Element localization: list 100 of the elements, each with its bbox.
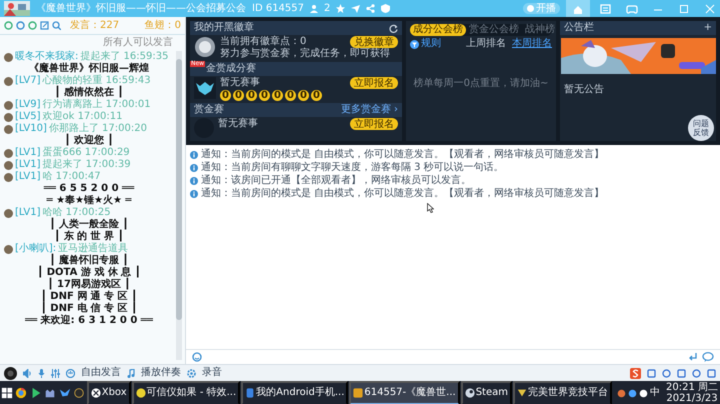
contest-status: 暂无赛事: [220, 77, 260, 89]
notice-text: 通知：当前房间的模式是 自由模式，你可以随意发言。【观看者，网络审核员可随意发言】: [201, 149, 604, 161]
avatar-icon: [4, 52, 13, 62]
avatar-icon: [4, 76, 13, 86]
ranking-tab[interactable]: 赏金公会榜: [466, 24, 522, 36]
chat-banner-text: ══ 6 5 5 2 0 0 ══: [44, 183, 134, 194]
chat-banner-text: ┃ DNF 电 信 专 区 ┃: [40, 303, 138, 314]
person-icon: [310, 4, 318, 13]
notice-text: 通知：当前房间有聊聊文字聊天速度，游客每隔 3 秒可以说一句话。: [201, 162, 504, 174]
avatar-icon[interactable]: [4, 366, 17, 380]
bounty-status: 暂无赛事: [218, 118, 258, 130]
score-digit: 0: [285, 90, 296, 101]
taskbar-app[interactable]: 我的Android手机...: [241, 381, 348, 404]
chat-username: 暖冬不来我家:: [15, 51, 78, 62]
chat-message: 哈哈 17:00:25: [42, 207, 111, 218]
chat-banner-text: ┃ 东 的 世 界 ┃: [54, 231, 124, 242]
taskbar-app[interactable]: Steam: [460, 381, 512, 404]
section-title: 赏金赛: [194, 104, 224, 116]
info-icon: [190, 151, 198, 159]
score-digit: 0: [259, 90, 270, 101]
chat-message: 哈 17:00:47: [42, 171, 101, 183]
windows-start-icon[interactable]: [0, 387, 13, 399]
chat-username: [LV7]: [15, 75, 40, 87]
period-tab[interactable]: 本周排名: [512, 38, 552, 50]
chat-message: 提起来了 16:59:35: [80, 51, 168, 62]
taskbar-app[interactable]: Xbox: [86, 381, 131, 404]
record-button[interactable]: 录音: [202, 367, 222, 379]
signup-button[interactable]: 立即报名: [350, 77, 398, 89]
close-icon[interactable]: [705, 4, 715, 14]
permission-label: 所有人可以发言: [103, 36, 174, 50]
chat-banner-text: ══ 来欢迎: 6 3 1 2 0 0 ══: [25, 315, 153, 327]
chat-username: [LV1]: [15, 159, 40, 171]
accompaniment-button[interactable]: 播放伴奏: [141, 367, 181, 379]
edit-icon[interactable]: [40, 21, 49, 30]
music-note-icon[interactable]: [127, 368, 135, 378]
info-icon: [190, 177, 198, 185]
equalizer-icon[interactable]: [51, 368, 60, 378]
chat-message: 欢迎ok 17:00:11: [42, 111, 122, 122]
badge-icon: [194, 36, 216, 58]
score-digit: 0: [220, 90, 231, 101]
chat-banner-text: ┃ 感情依然在 ┃: [54, 87, 124, 98]
chat-banner-text: ┃ 欢迎您 ┃: [64, 135, 114, 147]
chat-username: [LV1]: [15, 207, 40, 219]
star-icon[interactable]: [336, 4, 346, 13]
chat-banner-text: ┃ 魔兽怀旧专服 ┃: [49, 255, 128, 266]
maximize-icon[interactable]: [679, 4, 689, 14]
chat-message: 蛋蛋666 17:00:29: [42, 147, 130, 158]
signup-button[interactable]: 立即报名: [350, 118, 398, 130]
ranking-tab[interactable]: 战神榜: [522, 24, 558, 36]
avatar-icon: [4, 244, 13, 254]
chat-message: 心酸物的轻重 16:59:43: [42, 75, 151, 86]
score-digit: 0: [298, 90, 309, 101]
section-title: 金赏成分赛: [206, 63, 256, 75]
free-speech-button[interactable]: 自由发言: [81, 367, 121, 379]
input-method-icon[interactable]: [630, 368, 641, 378]
shield-icon[interactable]: [381, 4, 390, 13]
chat-message: 提起来了 17:00:39: [42, 159, 131, 171]
score-digit: 0: [311, 90, 322, 101]
share-icon[interactable]: [366, 4, 376, 13]
speech-bubble-icon[interactable]: [702, 352, 714, 362]
notice-text: 通知：当前房间的模式是 自由模式，你可以随意发言。【观看者，网络审核员可随意发言】: [201, 188, 604, 200]
empty-ranking-text: 榜单每周一0点重置，请加油~: [412, 78, 550, 90]
gamepad-icon[interactable]: [625, 2, 639, 14]
emoji-icon[interactable]: [192, 352, 202, 362]
enter-icon[interactable]: [688, 352, 698, 362]
browser-icon[interactable]: [15, 387, 28, 399]
empty-notice-text: 暂无公告: [563, 82, 605, 96]
ranking-tab[interactable]: 成分公会榜: [410, 24, 466, 36]
exchange-button[interactable]: 兑换徽章: [350, 36, 398, 48]
chat-banner-text: ═ ★奉★锤★火★ ═: [46, 195, 132, 207]
filter-icon: [410, 40, 419, 48]
score-digit: 0: [246, 90, 257, 101]
add-button[interactable]: +: [704, 22, 712, 34]
scrollbar[interactable]: [176, 51, 182, 360]
info-icon: [190, 190, 198, 198]
rules-link[interactable]: 规则: [421, 38, 441, 50]
plane-icon[interactable]: [351, 4, 360, 13]
chat-username: [LV1]: [15, 147, 40, 159]
list-icon[interactable]: [599, 2, 613, 14]
more-link[interactable]: 更多赏金赛 ›: [340, 104, 398, 116]
taskbar-app[interactable]: 可信仪如果 - 特效...: [132, 381, 240, 404]
settings-icon[interactable]: [187, 368, 196, 378]
castle-icon[interactable]: [44, 387, 56, 399]
search-icon[interactable]: [52, 21, 61, 30]
panel-title: 我的开黑徽章: [194, 22, 254, 34]
play-store-icon[interactable]: [30, 387, 42, 399]
chat-username: [LV10]: [15, 123, 47, 135]
panel-title: 公告栏: [564, 22, 594, 34]
chat-banner-text: ┃ DOTA 游 戏 休 息 ┃: [37, 267, 141, 278]
taskbar-app[interactable]: 614557-《魔兽世...: [349, 381, 460, 404]
chat-username: [小喇叭]:: [15, 243, 56, 254]
input-language[interactable]: 中: [650, 387, 660, 399]
chat-username: [LV5]: [15, 111, 40, 123]
period-tab[interactable]: 上周排名: [466, 38, 506, 50]
taskbar-app[interactable]: 完美世界竞技平台: [513, 381, 612, 404]
chat-username: [LV1]: [15, 171, 40, 183]
clock-time[interactable]: 20:21 周二: [666, 382, 718, 393]
steam-icon: [464, 388, 475, 398]
chat-message: 你那路上了 17:00:20: [48, 123, 147, 134]
clock-date[interactable]: 2021/3/23: [666, 393, 718, 404]
